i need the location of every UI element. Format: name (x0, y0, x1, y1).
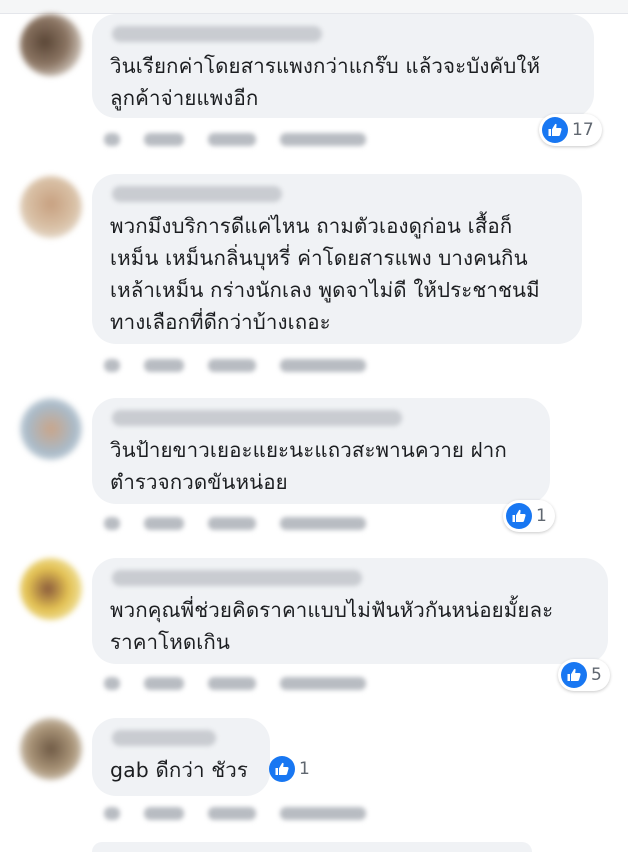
comment-bubble: วินป้ายขาวเยอะแยะนะแถวสะพานควาย ฝาก ตำรว… (92, 398, 550, 504)
comment-bubble: พวกคุณพี่ช่วยคิดราคาแบบไม่ฟันหัวกันหน่อย… (92, 558, 608, 664)
comment-actions (104, 356, 366, 374)
comment-text: พวกคุณพี่ช่วยคิดราคาแบบไม่ฟันหัวกันหน่อย… (110, 598, 554, 654)
like-link[interactable] (144, 676, 184, 690)
reaction-count[interactable]: 17 (539, 114, 602, 146)
reply-link[interactable] (208, 806, 256, 820)
action-like-placeholder (104, 806, 120, 820)
comment-actions (104, 514, 366, 532)
comment-actions (104, 804, 366, 822)
top-divider (0, 0, 628, 14)
comment-text: gab ดีกว่า ชัวร (110, 758, 249, 782)
avatar[interactable] (20, 14, 82, 76)
action-like-placeholder (104, 516, 120, 530)
like-thumbs-up-icon (269, 756, 295, 782)
message-link[interactable] (280, 806, 366, 820)
message-link[interactable] (280, 676, 366, 690)
author-name[interactable] (112, 410, 402, 426)
message-link[interactable] (280, 132, 366, 146)
action-like-placeholder (104, 132, 120, 146)
reaction-count[interactable]: 1 (266, 753, 318, 785)
comment-bubble: gab ดีกว่า ชัวร (92, 718, 270, 796)
reply-link[interactable] (208, 516, 256, 530)
avatar[interactable] (20, 176, 82, 238)
reaction-count[interactable]: 1 (503, 500, 555, 532)
message-link[interactable] (280, 516, 366, 530)
action-like-placeholder (104, 358, 120, 372)
comment-text: วินป้ายขาวเยอะแยะนะแถวสะพานควาย ฝาก ตำรว… (110, 438, 507, 494)
comment-text: วินเรียกค่าโดยสารแพงกว่าแกร๊บ แล้วจะบังค… (110, 54, 541, 110)
reply-link[interactable] (208, 132, 256, 146)
avatar[interactable] (20, 398, 82, 460)
comment-bubble: พวกมึงบริการดีแค่ไหน ถามตัวเองดูก่อน เสื… (92, 174, 582, 344)
like-link[interactable] (144, 358, 184, 372)
like-link[interactable] (144, 132, 184, 146)
comment-text: พวกมึงบริการดีแค่ไหน ถามตัวเองดูก่อน เสื… (110, 214, 540, 334)
comment-actions (104, 674, 366, 692)
action-like-placeholder (104, 676, 120, 690)
author-name[interactable] (112, 570, 362, 586)
like-count: 1 (536, 506, 547, 526)
reaction-count[interactable]: 5 (558, 659, 610, 691)
avatar[interactable] (20, 558, 82, 620)
next-comment-bubble (92, 842, 532, 852)
comment-actions (104, 130, 366, 148)
like-count: 17 (572, 120, 594, 140)
like-count: 1 (299, 759, 310, 779)
like-thumbs-up-icon (506, 503, 532, 529)
author-name[interactable] (112, 186, 282, 202)
author-name[interactable] (112, 730, 216, 746)
message-link[interactable] (280, 358, 366, 372)
author-name[interactable] (112, 26, 322, 42)
like-count: 5 (591, 665, 602, 685)
like-link[interactable] (144, 806, 184, 820)
like-link[interactable] (144, 516, 184, 530)
reply-link[interactable] (208, 676, 256, 690)
reply-link[interactable] (208, 358, 256, 372)
comment-bubble: วินเรียกค่าโดยสารแพงกว่าแกร๊บ แล้วจะบังค… (92, 14, 594, 118)
like-thumbs-up-icon (542, 117, 568, 143)
like-thumbs-up-icon (561, 662, 587, 688)
avatar[interactable] (20, 718, 82, 780)
